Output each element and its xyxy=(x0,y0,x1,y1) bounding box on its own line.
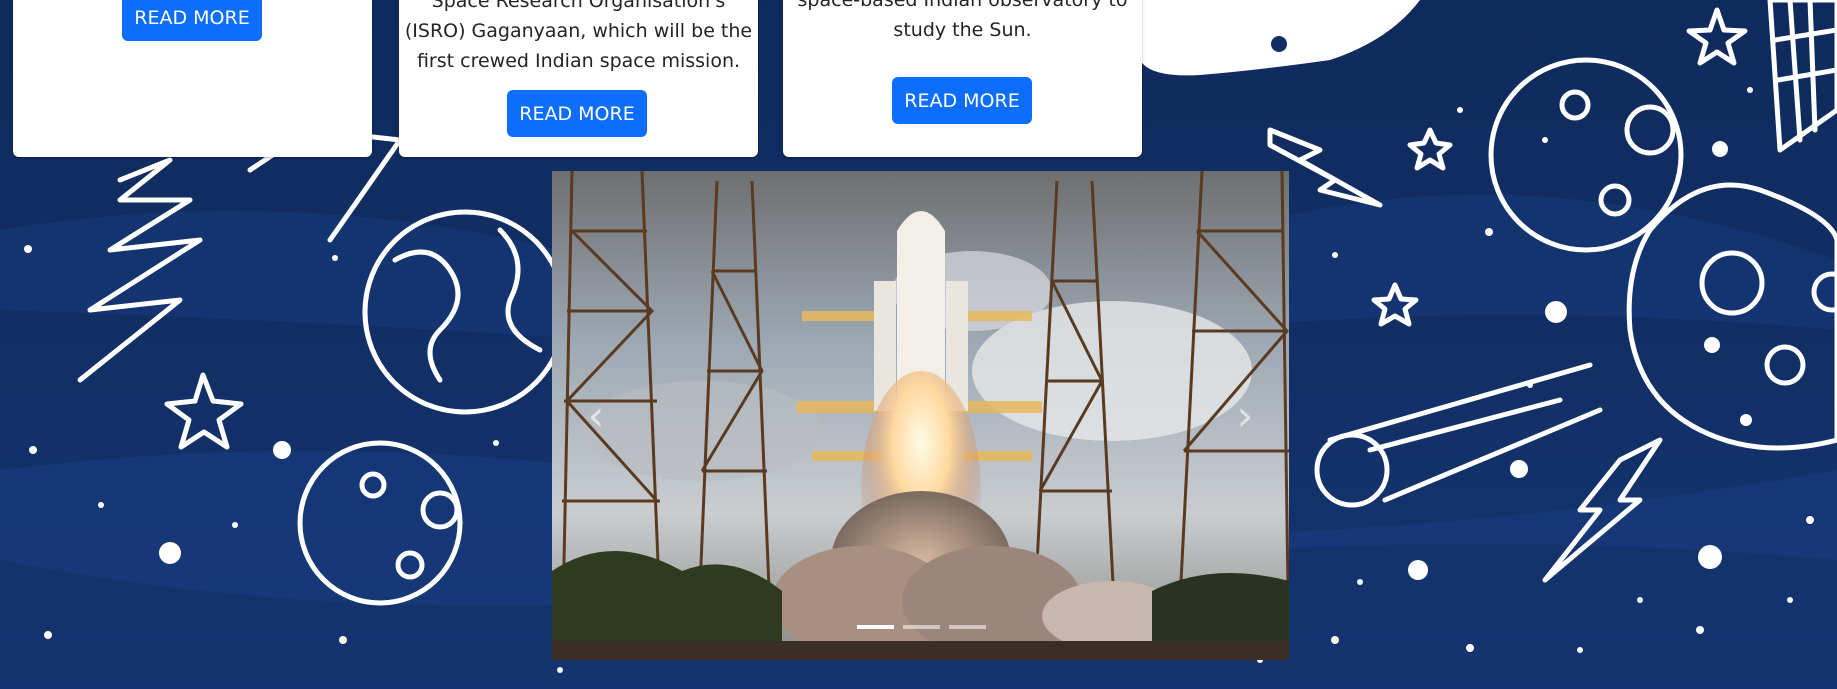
carousel-indicator-1[interactable] xyxy=(857,625,894,629)
card-text-line: space-based Indian observatory to xyxy=(797,0,1128,11)
card-text-line: (ISRO) Gaganyaan, which will be the xyxy=(404,20,753,42)
card-text-line: Space Research Organisation's xyxy=(431,0,726,12)
news-card-2: Space Research Organisation's (ISRO) Gag… xyxy=(399,0,758,157)
carousel-indicator-3[interactable] xyxy=(949,625,986,629)
carousel-next-button[interactable]: › xyxy=(1215,371,1275,461)
read-more-button[interactable]: READ MORE xyxy=(892,77,1032,124)
rocket-launch-image xyxy=(552,171,1289,660)
card-description: Space Research Organisation's (ISRO) Gag… xyxy=(399,0,758,76)
news-card-1: READ MORE xyxy=(13,0,372,157)
card-text-line: study the Sun. xyxy=(893,19,1032,41)
carousel-prev-button[interactable]: ‹ xyxy=(566,371,626,461)
image-carousel: ‹ › xyxy=(552,171,1289,660)
read-more-button[interactable]: READ MORE xyxy=(122,0,262,41)
card-description: space-based Indian observatory to study … xyxy=(783,0,1142,45)
read-more-button[interactable]: READ MORE xyxy=(507,90,647,137)
chevron-left-icon: ‹ xyxy=(587,391,605,440)
chevron-right-icon: › xyxy=(1236,391,1254,440)
news-card-3: space-based Indian observatory to study … xyxy=(783,0,1142,157)
carousel-indicator-2[interactable] xyxy=(903,625,940,629)
card-text-line: first crewed Indian space mission. xyxy=(416,50,741,72)
carousel-indicators xyxy=(857,625,987,633)
